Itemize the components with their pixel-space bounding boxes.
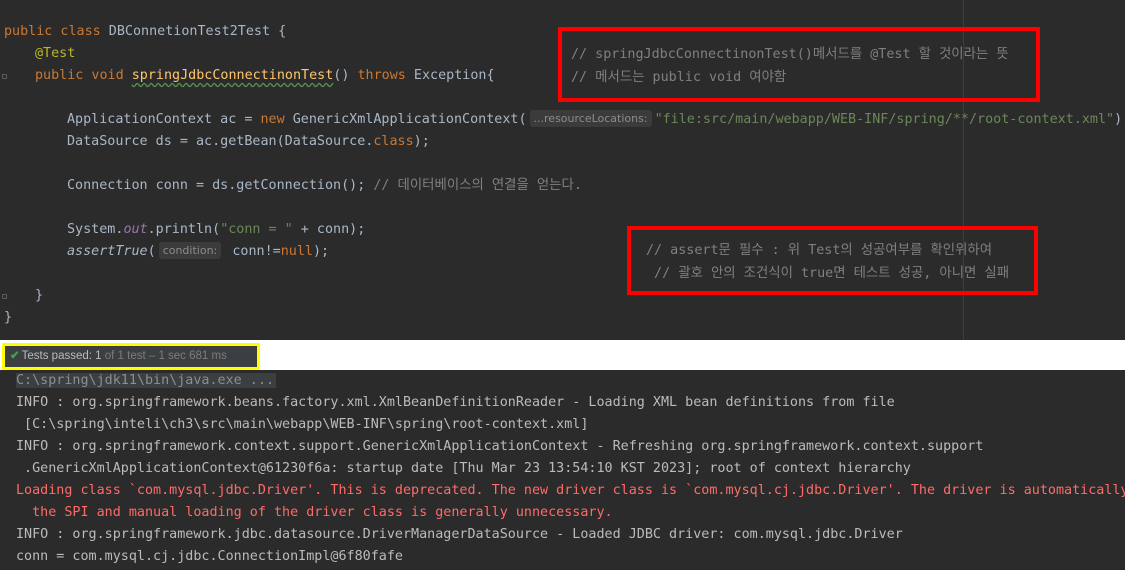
highlight-box-assert-annotation: // assert문 필수 : 위 Test의 성공여부를 확인위하여 // 괄… [627, 226, 1038, 295]
code-text: + conn); [292, 222, 366, 237]
code-text: DataSource ds = ac.getBean(DataSource. [67, 134, 374, 149]
console-line: conn = com.mysql.cj.jdbc.ConnectionImpl@… [16, 549, 403, 564]
annotation-comment: // 괄호 안의 조건식이 true면 테스트 성공, 아니면 실패 [646, 266, 1010, 281]
code-text: ); [1114, 112, 1125, 127]
parameter-hint: condition: [158, 242, 222, 259]
keyword: null [280, 244, 313, 259]
run-console[interactable]: C:\spring\jdk11\bin\java.exe ... INFO : … [0, 370, 1125, 570]
annotation-comment: // assert문 필수 : 위 Test의 성공여부를 확인위하여 [646, 243, 993, 258]
code-text: .println( [147, 222, 221, 237]
code-text: Exception{ [405, 68, 495, 83]
code-comment: // 데이터베이스의 연결을 얻는다. [373, 178, 582, 193]
console-line: INFO : org.springframework.context.suppo… [16, 439, 984, 454]
code-line-println: System.out.println("conn = " + conn); [67, 219, 365, 241]
fold-marker-icon[interactable] [2, 74, 7, 79]
console-error-line: Loading class `com.mysql.jdbc.Driver'. T… [16, 483, 1125, 498]
test-results-bar: ✔ Tests passed: 1 of 1 test – 1 sec 681 m… [0, 340, 1125, 370]
console-command[interactable]: C:\spring\jdk11\bin\java.exe ... [16, 373, 276, 388]
console-line: [C:\spring\inteli\ch3\src\main\webapp\WE… [16, 417, 589, 432]
code-text: () [333, 68, 358, 83]
keyword: new [260, 112, 285, 127]
code-line-context: ApplicationContext ac = new GenericXmlAp… [67, 109, 1125, 131]
class-name: DBConnetionTest2Test { [100, 24, 287, 39]
console-error-line: the SPI and manual loading of the driver… [16, 505, 613, 520]
test-status-label: Tests passed: 1 [21, 350, 102, 362]
code-text: ApplicationContext ac = [67, 112, 261, 127]
keyword: throws [357, 68, 406, 83]
code-text: System. [67, 222, 124, 237]
static-field: out [123, 222, 148, 237]
console-line: .GenericXmlApplicationContext@61230f6a: … [16, 461, 911, 476]
method-call: assertTrue [67, 244, 148, 259]
code-text: conn!= [224, 244, 281, 259]
highlight-box-test-annotation: // springJdbcConnectinonTest()메서드를 @Test… [558, 27, 1040, 102]
method-name: springJdbcConnectinonTest [131, 68, 334, 83]
code-editor[interactable]: public class DBConnetionTest2Test { @Tes… [0, 0, 1125, 340]
code-text: ); [312, 244, 330, 259]
check-icon: ✔ [10, 350, 20, 362]
code-text: ); [413, 134, 430, 149]
code-line-datasource: DataSource ds = ac.getBean(DataSource.cl… [67, 131, 430, 153]
fold-marker-icon[interactable] [2, 294, 7, 299]
string-literal: "conn = " [220, 222, 293, 237]
code-text: ( [147, 244, 156, 259]
code-line-connection: Connection conn = ds.getConnection(); //… [67, 175, 582, 197]
string-literal: "file:src/main/webapp/WEB-INF/spring/**/… [654, 112, 1115, 127]
console-line: INFO : org.springframework.jdbc.datasour… [16, 527, 903, 542]
code-line-class-decl: public class DBConnetionTest2Test { [4, 21, 286, 43]
code-line-annotation: @Test [35, 46, 76, 61]
annotation-comment: // springJdbcConnectinonTest()메서드를 @Test… [571, 47, 1009, 62]
test-status-detail: of 1 test – 1 sec 681 ms [101, 350, 227, 362]
code-line-method-decl: public void springJdbcConnectinonTest() … [35, 65, 495, 87]
keyword: public void [35, 68, 132, 83]
code-line-class-close: } [4, 310, 13, 325]
code-text: Connection conn = ds.getConnection(); [67, 178, 374, 193]
parameter-hint: ...resourceLocations: [529, 110, 652, 127]
code-line-method-close: } [35, 288, 44, 303]
annotation-comment: // 메서드는 public void 여야함 [571, 70, 787, 85]
test-status-highlight[interactable]: ✔ Tests passed: 1 of 1 test – 1 sec 681 m… [2, 343, 260, 370]
keyword: public class [4, 24, 101, 39]
console-command-line: C:\spring\jdk11\bin\java.exe ... [16, 370, 276, 392]
code-line-assert: assertTrue(condition: conn!=null); [67, 241, 329, 263]
console-line: INFO : org.springframework.beans.factory… [16, 395, 895, 410]
code-text: GenericXmlApplicationContext( [284, 112, 527, 127]
keyword: class [373, 134, 414, 149]
